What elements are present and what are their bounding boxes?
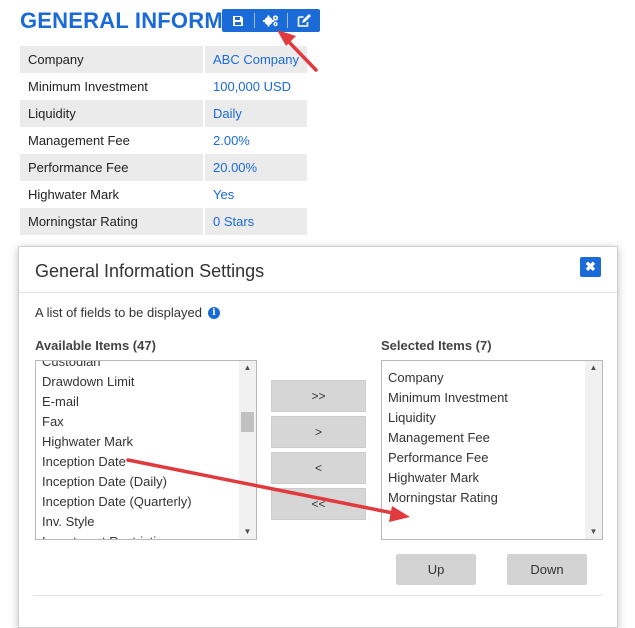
settings-dialog: General Information Settings ✖ A list of…: [18, 246, 618, 628]
info-label: Liquidity: [28, 106, 76, 121]
section-toolbar: [222, 9, 320, 32]
dialog-title: General Information Settings: [35, 261, 265, 281]
page-title: GENERAL INFORMAT: [20, 8, 251, 33]
list-item[interactable]: Morningstar Rating: [388, 488, 582, 508]
list-item[interactable]: Investment Restriction: [42, 532, 236, 539]
remove-button[interactable]: <: [271, 452, 366, 484]
selected-items-label: Selected Items (7): [381, 338, 492, 353]
info-label: Company: [28, 52, 84, 67]
scroll-down-icon[interactable]: ▼: [239, 525, 256, 539]
scroll-up-icon[interactable]: ▲: [585, 361, 602, 375]
list-item[interactable]: Management Fee: [388, 428, 582, 448]
info-row-company: Company ABC Company: [20, 46, 307, 73]
description-text: A list of fields to be displayed: [35, 305, 202, 320]
save-icon: [233, 15, 243, 26]
info-label: Management Fee: [28, 133, 130, 148]
settings-gears-icon: [263, 15, 279, 27]
general-info-table: Company ABC Company Minimum Investment 1…: [20, 46, 307, 235]
list-item[interactable]: Inv. Style: [42, 512, 236, 532]
info-icon[interactable]: i: [207, 306, 220, 319]
move-up-button[interactable]: Up: [396, 554, 476, 585]
dialog-footer-divider: [33, 595, 603, 596]
close-icon: ✖: [585, 259, 596, 274]
info-value: Daily: [213, 106, 242, 121]
scroll-down-icon[interactable]: ▼: [585, 525, 602, 539]
edit-icon: [297, 14, 311, 27]
info-label: Highwater Mark: [28, 187, 120, 202]
list-item[interactable]: Inception Date (Daily): [42, 472, 236, 492]
add-all-button[interactable]: >>: [271, 380, 366, 412]
dialog-description: A list of fields to be displayed i: [35, 305, 220, 320]
list-item[interactable]: Highwater Mark: [388, 468, 582, 488]
info-value: 20.00%: [213, 160, 258, 175]
info-row-morningstar-rating: Morningstar Rating 0 Stars: [20, 208, 307, 235]
info-row-management-fee: Management Fee 2.00%: [20, 127, 307, 154]
dialog-header-divider: [19, 292, 617, 293]
info-row-minimum-investment: Minimum Investment 100,000 USD: [20, 73, 307, 100]
scroll-up-icon[interactable]: ▲: [239, 361, 256, 375]
close-button[interactable]: ✖: [580, 257, 601, 277]
selected-items-list[interactable]: Company Minimum Investment Liquidity Man…: [381, 360, 603, 540]
settings-button[interactable]: [255, 9, 287, 32]
list-item[interactable]: Liquidity: [388, 408, 582, 428]
save-button[interactable]: [222, 9, 254, 32]
list-item[interactable]: Custodian: [42, 361, 236, 372]
list-item[interactable]: Inception Date (Quarterly): [42, 492, 236, 512]
info-row-highwater-mark: Highwater Mark Yes: [20, 181, 307, 208]
info-value: Yes: [213, 187, 235, 202]
list-item[interactable]: E-mail: [42, 392, 236, 412]
scroll-thumb[interactable]: [241, 412, 254, 432]
available-items-list[interactable]: Custodian Drawdown Limit E-mail Fax High…: [35, 360, 257, 540]
info-value: ABC Company: [213, 52, 299, 67]
info-label: Minimum Investment: [28, 79, 148, 94]
list-item[interactable]: Highwater Mark: [42, 432, 236, 452]
list-item[interactable]: Performance Fee: [388, 448, 582, 468]
edit-button[interactable]: [288, 9, 320, 32]
list-item[interactable]: Drawdown Limit: [42, 372, 236, 392]
info-row-liquidity: Liquidity Daily: [20, 100, 307, 127]
selected-list-scrollbar[interactable]: ▲ ▼: [585, 361, 602, 539]
move-down-button[interactable]: Down: [507, 554, 587, 585]
remove-all-button[interactable]: <<: [271, 488, 366, 520]
info-value: 2.00%: [213, 133, 250, 148]
info-label: Morningstar Rating: [28, 214, 138, 229]
available-list-scrollbar[interactable]: ▲ ▼: [239, 361, 256, 539]
info-value: 0 Stars: [213, 214, 255, 229]
list-item[interactable]: Fax: [42, 412, 236, 432]
info-label: Performance Fee: [28, 160, 129, 175]
available-items-label: Available Items (47): [35, 338, 156, 353]
list-item[interactable]: Company: [388, 368, 582, 388]
info-row-performance-fee: Performance Fee 20.00%: [20, 154, 307, 181]
list-item[interactable]: Minimum Investment: [388, 388, 582, 408]
info-value: 100,000 USD: [213, 79, 292, 94]
add-button[interactable]: >: [271, 416, 366, 448]
list-item[interactable]: Inception Date: [42, 452, 236, 472]
